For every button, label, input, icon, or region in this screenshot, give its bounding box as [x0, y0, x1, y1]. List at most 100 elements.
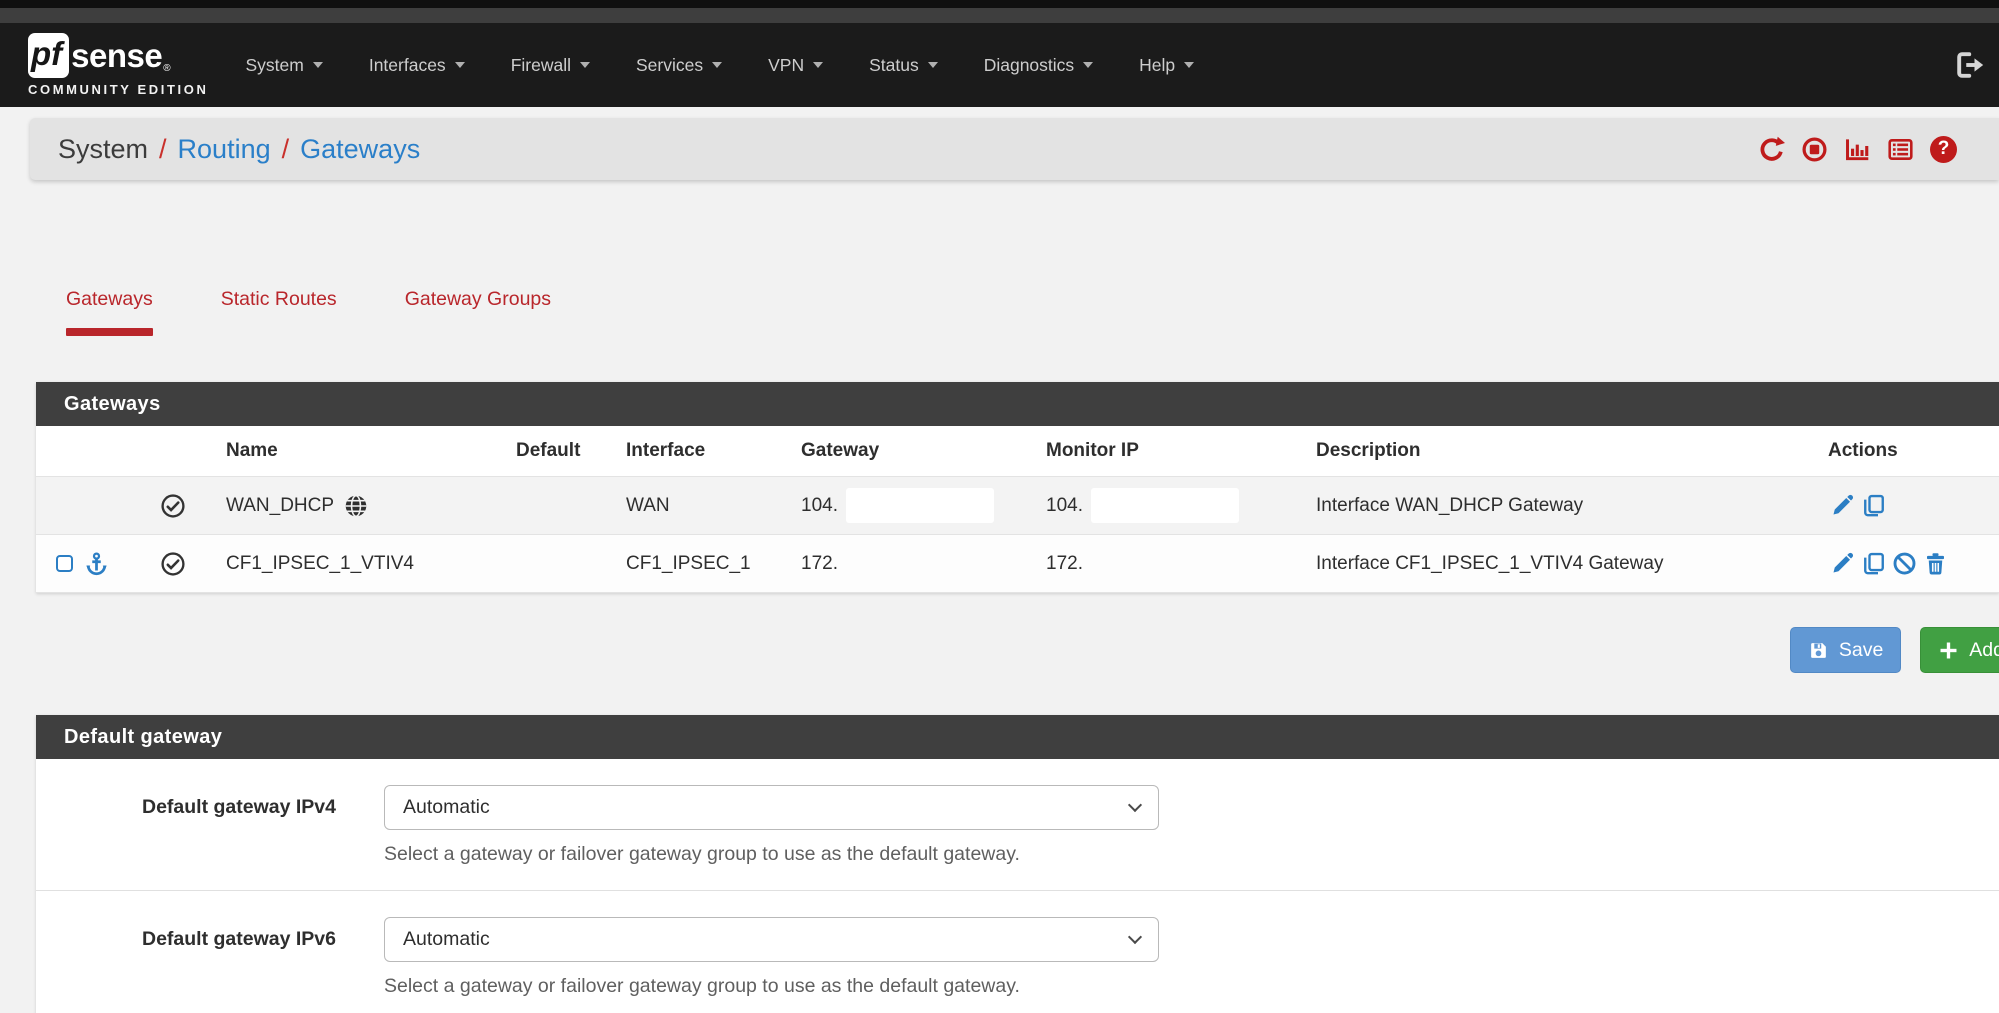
active-tab-underline [66, 328, 153, 336]
column-interface: Interface [606, 426, 781, 477]
log-icon[interactable] [1887, 136, 1914, 163]
sign-out-icon[interactable] [1955, 50, 1985, 80]
gateway-ip: 172. [781, 535, 1026, 593]
nav-menu-label: Diagnostics [984, 55, 1074, 76]
tab-gateways[interactable]: Gateways [36, 288, 183, 336]
column-gateway: Gateway [781, 426, 1026, 477]
default-gateway-panel: Default gateway Default gateway IPv4 Aut… [36, 715, 1999, 1013]
description-cell: Interface CF1_IPSEC_1_VTIV4 Gateway [1296, 535, 1826, 593]
panel-title: Gateways [36, 382, 1999, 426]
disable-icon[interactable] [1892, 551, 1917, 576]
status-enabled-icon [160, 551, 186, 577]
nav-menu-label: VPN [768, 55, 804, 76]
interface-cell: CF1_IPSEC_1 [606, 535, 781, 593]
field-help-text: Select a gateway or failover gateway gro… [384, 975, 1159, 998]
tab-label: Static Routes [221, 288, 337, 310]
table-row: WAN_DHCP WAN 104. [36, 477, 1999, 535]
help-icon[interactable]: ? [1930, 136, 1957, 163]
nav-menu-vpn[interactable]: VPN [745, 55, 846, 76]
column-actions: Actions [1826, 426, 1999, 477]
row-checkbox[interactable] [56, 555, 73, 572]
chevron-down-icon [1128, 930, 1142, 944]
save-button[interactable]: Save [1790, 627, 1901, 673]
breadcrumb-separator: / [282, 134, 290, 165]
window-title-strip [0, 8, 1999, 23]
delete-icon[interactable] [1923, 551, 1948, 576]
nav-menu-firewall[interactable]: Firewall [488, 55, 613, 76]
description-cell: Interface WAN_DHCP Gateway [1296, 477, 1826, 535]
nav-menu-status[interactable]: Status [846, 55, 961, 76]
gateway-ip: 104. [801, 495, 838, 517]
nav-menu-help[interactable]: Help [1116, 55, 1217, 76]
field-help-text: Select a gateway or failover gateway gro… [384, 843, 1159, 866]
nav-menu-label: Firewall [511, 55, 571, 76]
window-top-strip [0, 0, 1999, 8]
selected-value: Automatic [403, 928, 490, 951]
breadcrumb-link-routing[interactable]: Routing [178, 134, 271, 165]
monitor-ip: 104. [1046, 495, 1083, 517]
add-button-label: Add [1969, 639, 1999, 662]
selected-value: Automatic [403, 796, 490, 819]
column-name: Name [206, 426, 496, 477]
default-gateway-ipv4-select[interactable]: Automatic [384, 785, 1159, 830]
logo-sense: sense [71, 37, 162, 75]
anchor-icon[interactable] [84, 551, 109, 576]
nav-menu-label: Services [636, 55, 703, 76]
column-description: Description [1296, 426, 1826, 477]
tab-gateway-groups[interactable]: Gateway Groups [375, 288, 581, 336]
globe-icon [343, 493, 369, 519]
breadcrumb-section: System [58, 134, 148, 165]
panel-title: Default gateway [36, 715, 1999, 759]
save-icon [1808, 640, 1829, 661]
edit-icon[interactable] [1830, 493, 1855, 518]
gateways-table: Name Default Interface Gateway Monitor I… [36, 426, 1999, 593]
gateways-panel: Gateways Name Default Interface Gateway … [36, 382, 1999, 593]
default-gateway-ipv4-row: Default gateway IPv4 Automatic Select a … [36, 759, 1999, 891]
column-monitor-ip: Monitor IP [1026, 426, 1296, 477]
default-gateway-ipv6-select[interactable]: Automatic [384, 917, 1159, 962]
copy-icon[interactable] [1861, 493, 1886, 518]
table-row: CF1_IPSEC_1_VTIV4 CF1_IPSEC_1 172. 172. … [36, 535, 1999, 593]
interface-cell: WAN [606, 477, 781, 535]
add-button[interactable]: Add [1920, 627, 1999, 673]
nav-menu-label: Help [1139, 55, 1175, 76]
edit-icon[interactable] [1830, 551, 1855, 576]
tab-static-routes[interactable]: Static Routes [191, 288, 367, 336]
routing-tabs: Gateways Static Routes Gateway Groups [36, 288, 1999, 336]
copy-icon[interactable] [1861, 551, 1886, 576]
refresh-icon[interactable] [1758, 136, 1785, 163]
redacted-value [1091, 488, 1239, 523]
nav-menu-services[interactable]: Services [613, 55, 745, 76]
top-navbar: pf sense ® COMMUNITY EDITION System Inte… [0, 23, 1999, 107]
status-enabled-icon [160, 493, 186, 519]
breadcrumb-link-gateways[interactable]: Gateways [300, 134, 420, 165]
chart-icon[interactable] [1844, 136, 1871, 163]
column-default: Default [496, 426, 606, 477]
chevron-down-icon [928, 62, 938, 68]
chevron-down-icon [1083, 62, 1093, 68]
logo-registered-mark: ® [163, 63, 170, 74]
field-label: Default gateway IPv4 [36, 785, 336, 890]
gateway-name: CF1_IPSEC_1_VTIV4 [206, 535, 496, 593]
chevron-down-icon [313, 62, 323, 68]
chevron-down-icon [813, 62, 823, 68]
field-label: Default gateway IPv6 [36, 917, 336, 1013]
breadcrumb: System / Routing / Gateways [58, 134, 420, 165]
nav-menu-label: Interfaces [369, 55, 446, 76]
nav-menu-label: System [245, 55, 303, 76]
nav-menu-interfaces[interactable]: Interfaces [346, 55, 488, 76]
chevron-down-icon [712, 62, 722, 68]
nav-menu-diagnostics[interactable]: Diagnostics [961, 55, 1116, 76]
nav-menu-system[interactable]: System [222, 55, 345, 76]
tab-label: Gateways [66, 288, 153, 310]
chevron-down-icon [580, 62, 590, 68]
default-gateway-ipv6-row: Default gateway IPv6 Automatic Select a … [36, 891, 1999, 1013]
chevron-down-icon [1184, 62, 1194, 68]
default-cell [496, 477, 606, 535]
logo-pf: pf [28, 33, 69, 78]
tab-label: Gateway Groups [405, 288, 551, 310]
redacted-value [846, 488, 994, 523]
gateway-name: WAN_DHCP [226, 495, 334, 517]
chevron-down-icon [455, 62, 465, 68]
stop-icon[interactable] [1801, 136, 1828, 163]
